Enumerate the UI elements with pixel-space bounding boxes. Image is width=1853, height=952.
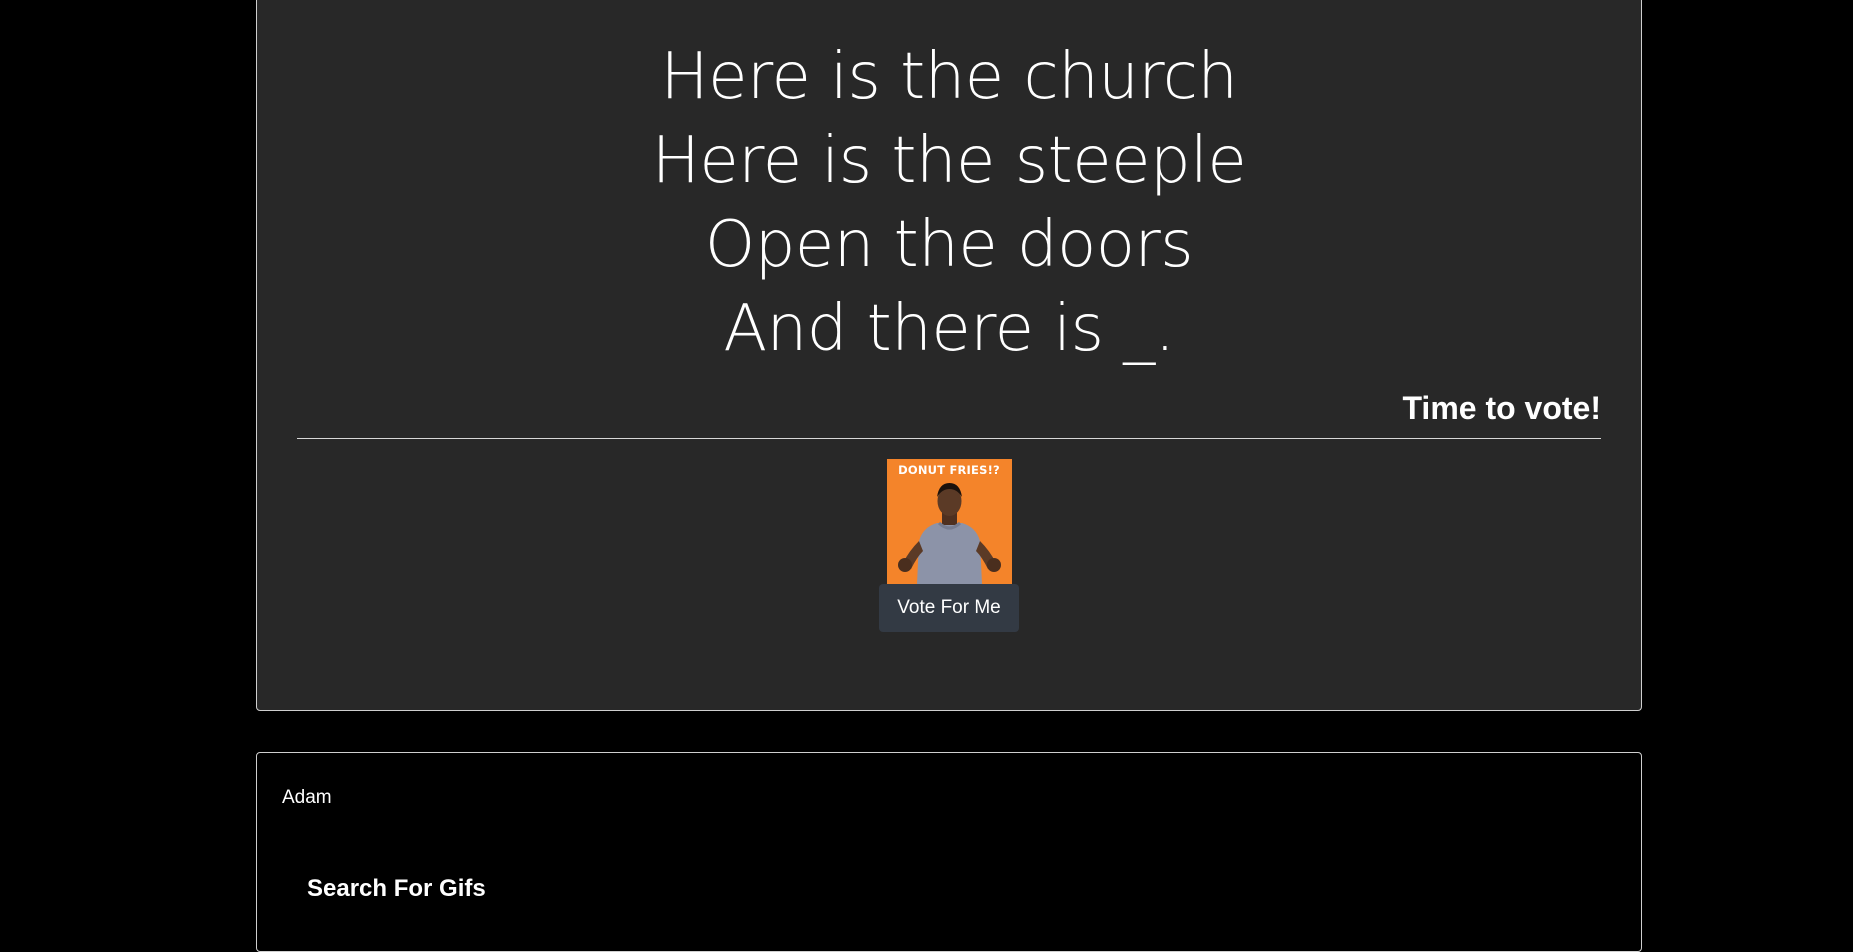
- prompt-line: And there is _.: [723, 292, 1175, 366]
- prompt-line: Here is the steeple: [651, 124, 1247, 198]
- prompt-line: Open the doors: [704, 208, 1194, 282]
- divider: [297, 438, 1601, 439]
- prompt-text: Here is the church Here is the steeple O…: [257, 35, 1641, 371]
- gif-image: DONUT FRIES!?: [886, 459, 1012, 584]
- player-card: Adam Search For Gifs: [256, 752, 1642, 952]
- gif-caption: DONUT FRIES!?: [898, 463, 1000, 477]
- vote-for-me-button[interactable]: Vote For Me: [879, 584, 1019, 632]
- gif-submission: DONUT FRIES!? Vote For Me: [257, 459, 1641, 632]
- player-name: Adam: [282, 787, 332, 808]
- round-status: Time to vote!: [1402, 390, 1601, 426]
- search-gifs-heading: Search For Gifs: [307, 875, 486, 902]
- game-card: Here is the church Here is the steeple O…: [256, 0, 1642, 711]
- person-illustration: [897, 483, 1001, 584]
- prompt-line: Here is the church: [660, 40, 1238, 114]
